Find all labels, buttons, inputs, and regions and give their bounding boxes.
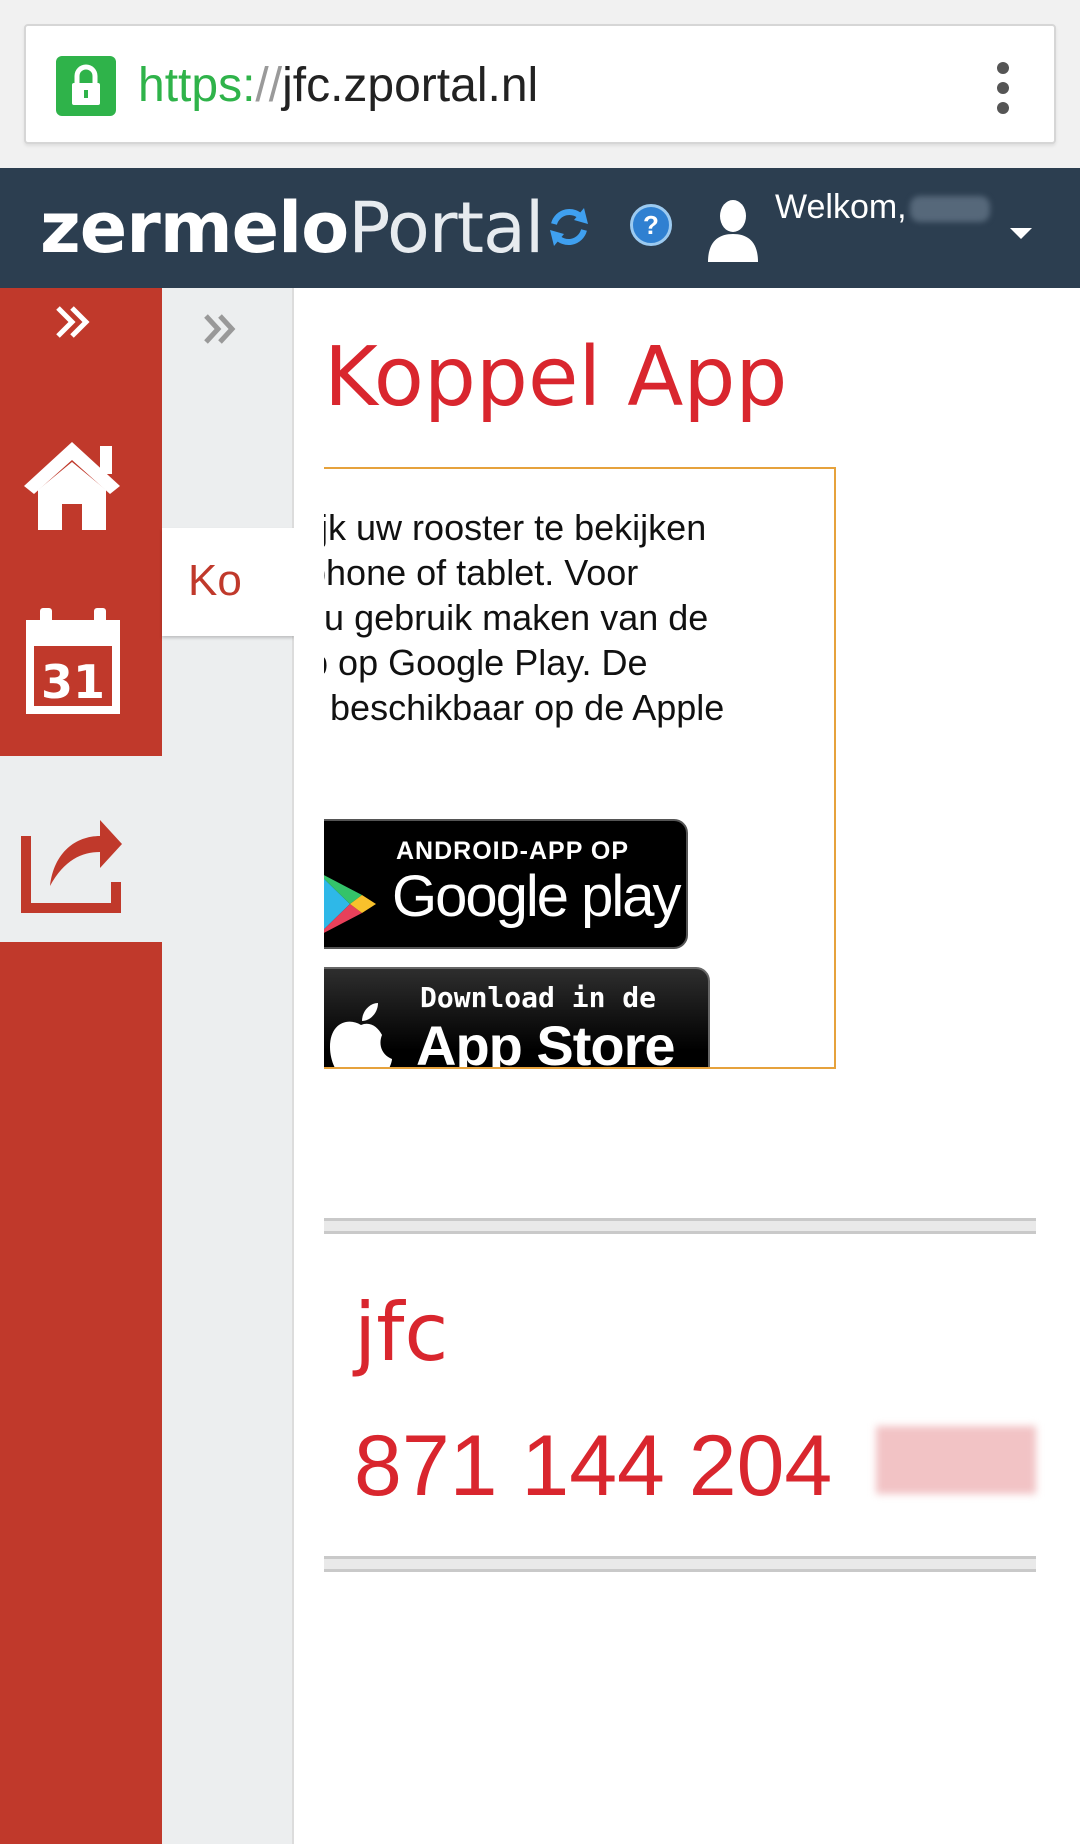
- home-icon[interactable]: [0, 428, 162, 538]
- share-icon[interactable]: [0, 756, 162, 942]
- info-line: :.: [324, 730, 834, 775]
- sub-nav-item-koppel-app[interactable]: Ko: [162, 528, 294, 636]
- link-code-redacted: [876, 1426, 1036, 1494]
- kebab-menu-icon[interactable]: [996, 62, 1010, 114]
- app-info-text: gelijk uw rooster te bekijken artphone o…: [324, 505, 834, 775]
- lock-icon[interactable]: [56, 56, 116, 116]
- info-line: App op Google Play. De: [324, 642, 648, 683]
- sub-nav-column: Ko: [162, 288, 294, 1844]
- browser-toolbar: https://jfc.zportal.nl: [0, 0, 1080, 168]
- url-host: jfc.zportal.nl: [282, 59, 539, 112]
- google-badge-title: Google play: [392, 864, 682, 929]
- main-nav-rail: 31: [0, 288, 162, 1844]
- google-play-badge[interactable]: ANDROID-APP OP Google play: [324, 819, 688, 949]
- refresh-icon[interactable]: [546, 204, 592, 250]
- info-line: artphone of tablet. Voor: [324, 552, 639, 593]
- page-title: Koppel App: [324, 330, 788, 425]
- zermelo-portal-logo[interactable]: zermeloPortal: [40, 187, 544, 269]
- link-code: 871 144 204: [354, 1418, 833, 1514]
- divider: [324, 1218, 1036, 1234]
- welcome-text[interactable]: Welkom,: [775, 188, 907, 227]
- dropdown-caret-icon[interactable]: [1010, 228, 1032, 239]
- info-line: p is beschikbaar op de Apple: [324, 687, 725, 728]
- help-icon[interactable]: ?: [630, 204, 672, 246]
- google-play-icon: [324, 875, 376, 933]
- google-badge-caption: ANDROID-APP OP: [396, 837, 630, 865]
- main-content: Koppel App gelijk uw rooster te bekijken…: [294, 288, 1080, 1844]
- apple-badge-title: App Store: [416, 1014, 676, 1069]
- app-store-badge[interactable]: Download in de App Store: [324, 967, 710, 1069]
- logo-zermelo: zermelo: [40, 187, 349, 269]
- app-info-box: gelijk uw rooster te bekijken artphone o…: [324, 467, 836, 1069]
- logo-portal: Portal: [348, 187, 544, 269]
- user-icon[interactable]: [706, 198, 760, 262]
- expand-chevrons-icon[interactable]: [0, 288, 162, 358]
- url-separator: //: [255, 59, 283, 112]
- calendar-icon[interactable]: 31: [0, 608, 162, 728]
- school-code: jfc: [354, 1286, 449, 1379]
- info-line: unt u gebruik maken van de: [324, 597, 709, 638]
- sub-nav-item-label: Ko: [188, 556, 242, 605]
- divider: [324, 1556, 1036, 1572]
- svg-text:31: 31: [41, 655, 105, 709]
- info-line: gelijk uw rooster te bekijken: [324, 507, 707, 548]
- url-bar[interactable]: https://jfc.zportal.nl: [24, 24, 1056, 144]
- url-text[interactable]: https://jfc.zportal.nl: [138, 58, 538, 114]
- app-header: zermeloPortal ? Welkom,: [0, 168, 1080, 288]
- apple-icon: [330, 1003, 392, 1067]
- apple-badge-caption: Download in de: [420, 981, 657, 1014]
- expand-chevrons-icon[interactable]: [190, 304, 250, 354]
- username-redacted: [910, 196, 990, 222]
- url-scheme: https:: [138, 59, 256, 112]
